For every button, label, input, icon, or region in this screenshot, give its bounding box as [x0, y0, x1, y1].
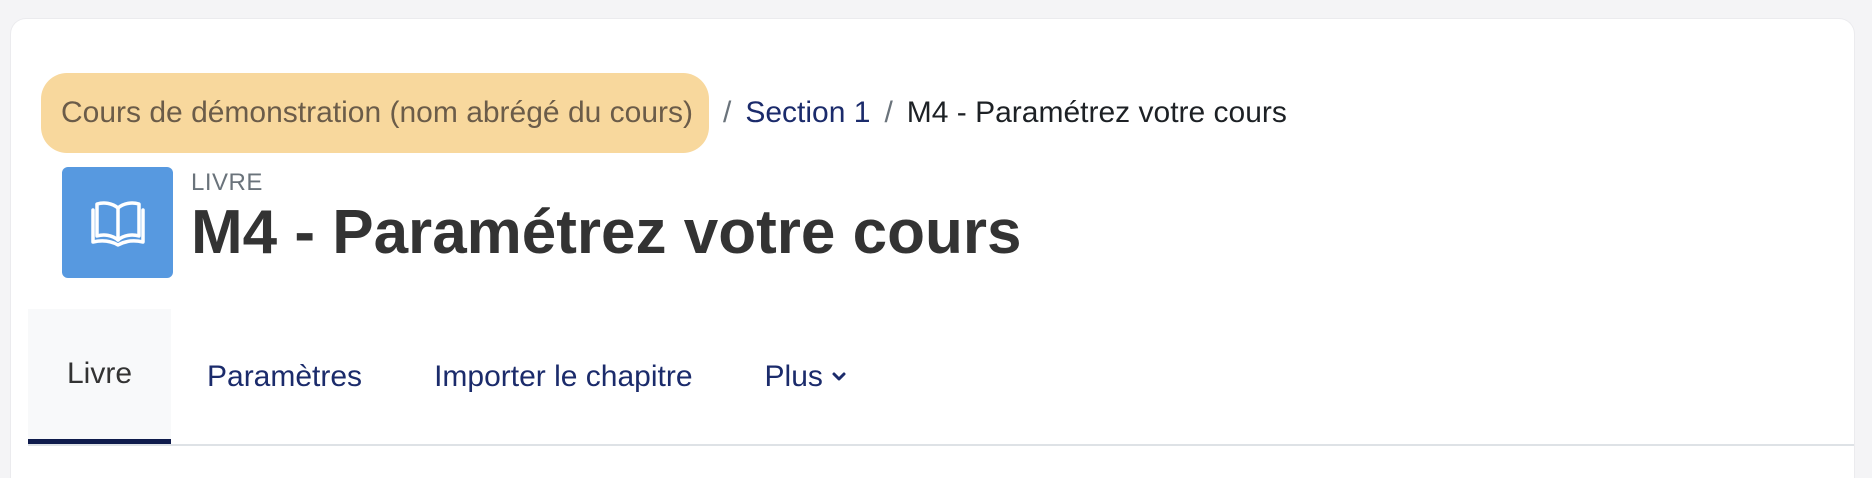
tab-label: Paramètres [207, 359, 363, 393]
tab-livre[interactable]: Livre [28, 309, 171, 444]
page-container: Cours de démonstration (nom abrégé du co… [10, 18, 1855, 478]
tab-importer-le-chapitre[interactable]: Importer le chapitre [398, 309, 728, 444]
breadcrumb-section-link[interactable]: Section 1 [745, 96, 870, 130]
tab-label: Plus [764, 359, 823, 393]
page-header: LIVRE M4 - Paramétrez votre cours [62, 167, 1021, 278]
title-block: LIVRE M4 - Paramétrez votre cours [191, 169, 1021, 269]
breadcrumb: Cours de démonstration (nom abrégé du co… [41, 73, 1287, 153]
page-title: M4 - Paramétrez votre cours [191, 198, 1022, 267]
tab-label: Livre [66, 357, 133, 390]
secondary-navigation: Livre Paramètres Importer le chapitre Pl… [28, 309, 1854, 446]
activity-icon-tile [62, 167, 173, 278]
book-icon [90, 200, 145, 247]
tab-label: Importer le chapitre [434, 359, 693, 393]
breadcrumb-current: M4 - Paramétrez votre cours [906, 96, 1287, 129]
activity-type-label: LIVRE [191, 169, 263, 196]
breadcrumb-course-link[interactable]: Cours de démonstration (nom abrégé du co… [41, 73, 709, 153]
tab-parametres[interactable]: Paramètres [171, 309, 398, 444]
tab-plus-dropdown[interactable]: Plus [729, 309, 883, 444]
chevron-down-icon [831, 371, 847, 383]
breadcrumb-separator: / [723, 96, 732, 129]
breadcrumb-separator: / [884, 96, 893, 129]
